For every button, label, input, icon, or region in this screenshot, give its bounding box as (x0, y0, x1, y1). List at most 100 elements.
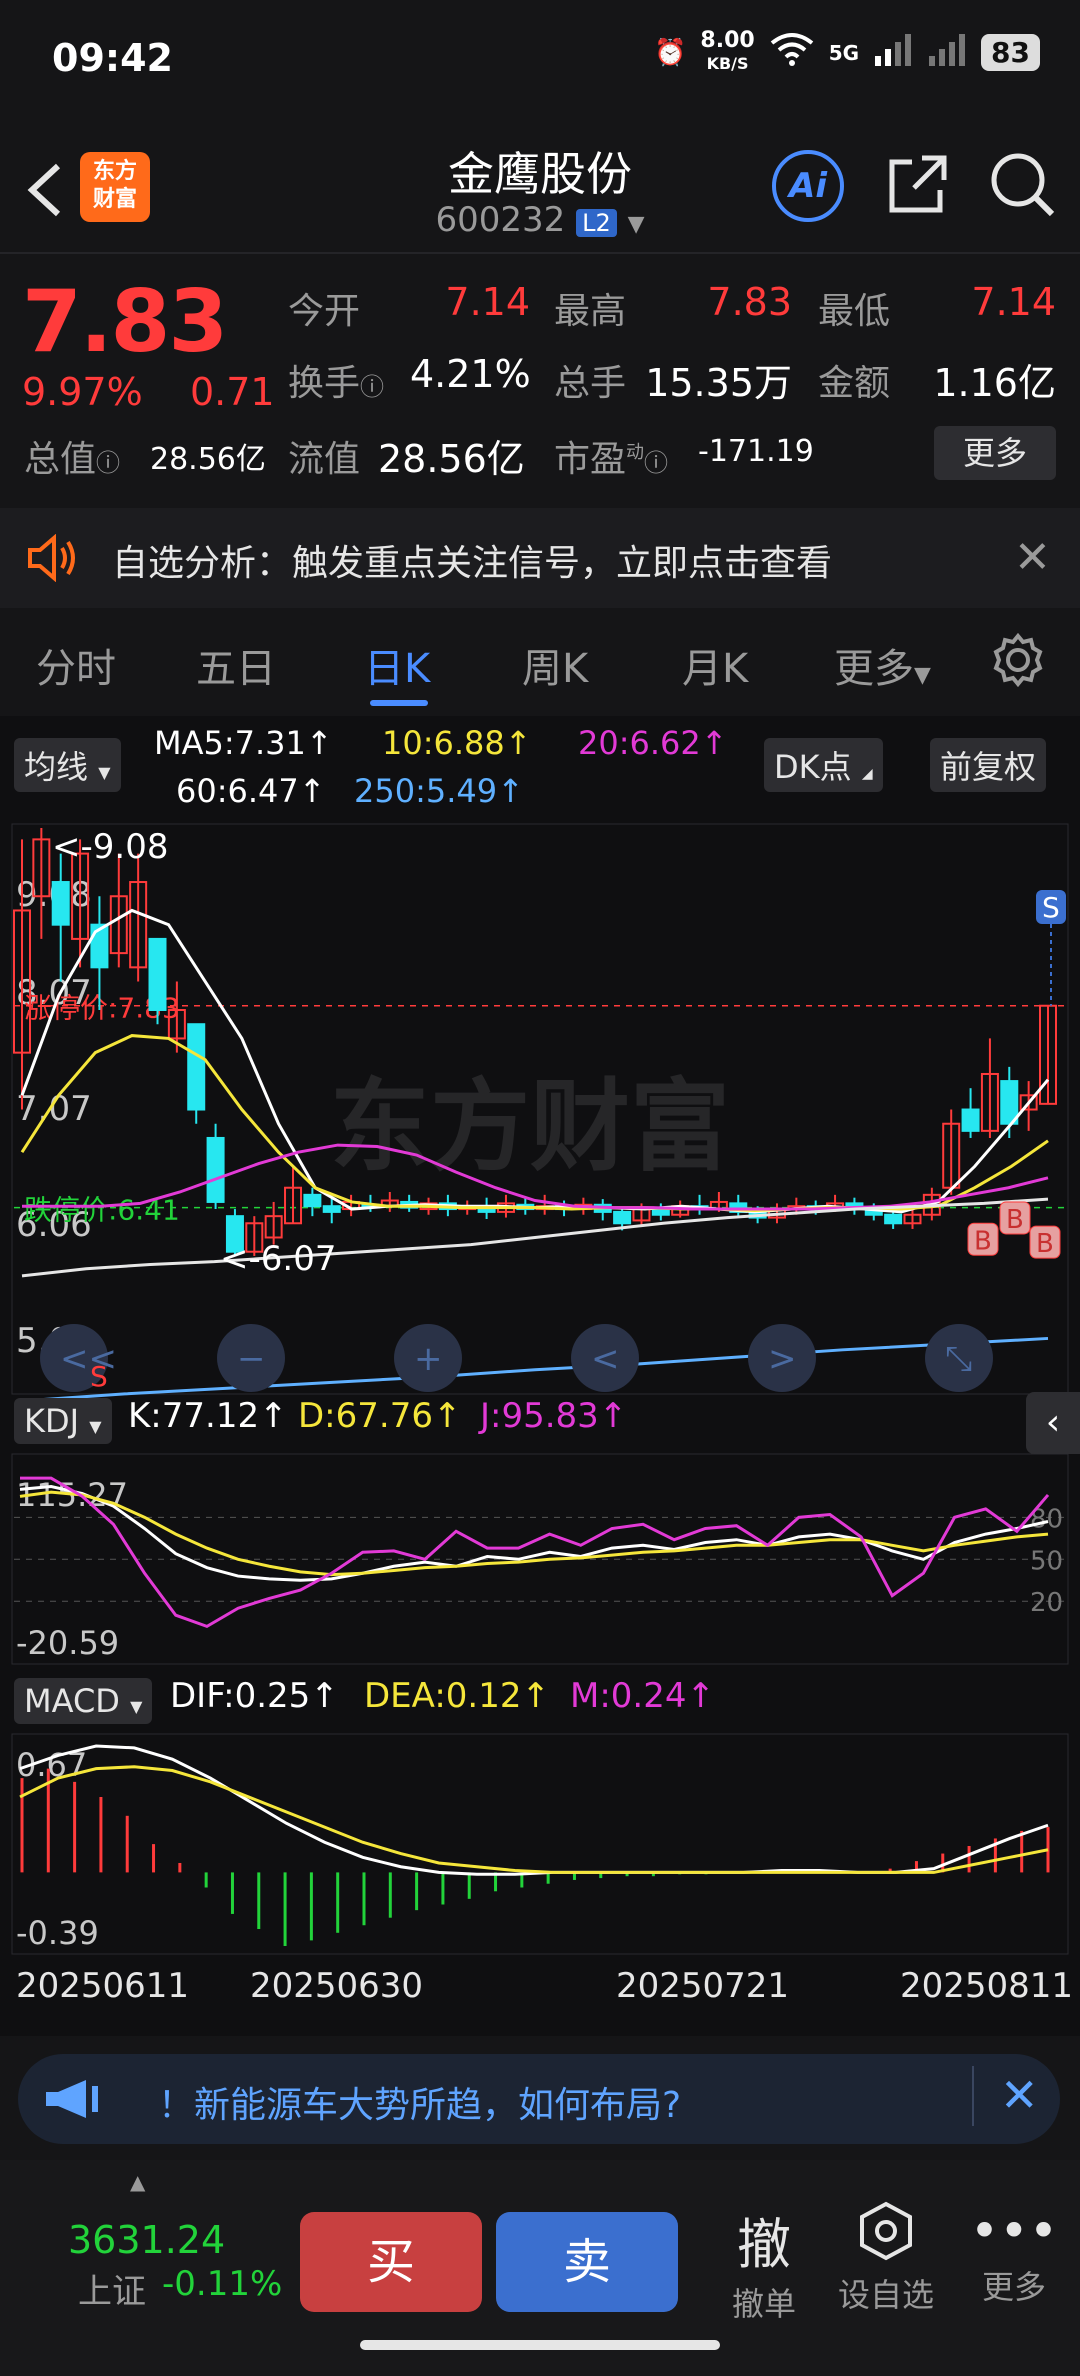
candle-body (884, 1213, 903, 1225)
date-label: 20250611 (16, 1966, 190, 2006)
notice-text: 自选分析：触发重点关注信号，立即点击查看 (112, 543, 833, 584)
volume-value: 15.35万 (645, 361, 792, 405)
caret-down-icon: ▼ (130, 1697, 143, 1716)
fullscreen-icon-glyph: ⤡ (945, 1339, 972, 1379)
change-percent: 9.97% (22, 370, 143, 414)
ma-selector[interactable]: 均线 ▼ (14, 738, 121, 792)
macd-selector[interactable]: MACD ▼ (14, 1678, 153, 1724)
macd-dif-label: DIF:0.25↑ (170, 1676, 339, 1716)
ma20-label: 20:6.62↑ (578, 724, 728, 762)
pan-left-fast-icon-glyph: << (60, 1339, 117, 1379)
cancel-order-button[interactable]: 撤 撤单 (714, 2200, 814, 2325)
caret-down-icon: ▼ (98, 763, 111, 782)
sell-signal-marker: S (90, 1360, 108, 1393)
tab-more[interactable]: 更多▼ (834, 636, 931, 694)
low-label: 最低 (818, 291, 891, 332)
ma10-label: 10:6.88↑ (382, 724, 532, 762)
low-annotation: <-6.07 (220, 1239, 336, 1279)
buy-marker: B (974, 1226, 992, 1256)
macd-m-label: M:0.24↑ (570, 1676, 715, 1716)
close-icon[interactable]: ✕ (1014, 532, 1051, 583)
promo-text: ！新能源车大势所趋，如何布局? (158, 2085, 682, 2126)
mktcap-value: 28.56亿 (150, 442, 266, 477)
float-label: 流值 (288, 439, 361, 480)
candle-body (613, 1210, 632, 1225)
ma5-label: MA5:7.31↑ (154, 724, 333, 762)
info-icon: ⓘ (644, 449, 669, 477)
more-dots-icon: ••• (969, 2202, 1059, 2260)
buy-marker: B (1006, 1205, 1024, 1235)
open-label: 今开 (288, 291, 361, 332)
tab-intraday[interactable]: 分时 (36, 636, 116, 694)
gear-icon (993, 632, 1043, 688)
ai-assistant-button[interactable]: Ai (772, 150, 844, 222)
zoom-out-icon-glyph: − (237, 1339, 266, 1379)
quote-panel: 7.83 9.97% 0.71 今开 7.14 最高 7.83 最低 7.14 … (0, 258, 1080, 490)
settings-button[interactable] (990, 632, 1046, 692)
index-value[interactable]: 3631.24 (68, 2218, 225, 2262)
period-tabs: 分时 五日 日K 周K 月K 更多▼ (0, 610, 1080, 714)
watermark: 东方财富 (330, 1068, 730, 1185)
ma250-label: 250:5.49↑ (354, 772, 524, 810)
date-label: 20250721 (616, 1966, 790, 2006)
high-annotation: <-9.08 (52, 827, 168, 867)
tab-monthly-k[interactable]: 月K (682, 636, 748, 694)
close-icon[interactable]: ✕ (1000, 2068, 1039, 2122)
tab-five-day[interactable]: 五日 (196, 636, 276, 694)
tab-weekly-k[interactable]: 周K (522, 636, 588, 694)
low-value: 7.14 (971, 280, 1056, 324)
app-header: 东方 财富 金鹰股份 600232 L2 ▼ Ai (0, 120, 1080, 250)
level2-badge: L2 (576, 209, 617, 237)
megaphone-icon (42, 2076, 114, 2126)
kline-chart-area[interactable]: 均线 ▼ MA5:7.31↑ 10:6.88↑ 20:6.62↑ 60:6.47… (0, 716, 1080, 2036)
macd-dea-line (19, 1765, 1049, 1874)
add-watchlist-button[interactable]: 设自选 (830, 2200, 942, 2316)
adjust-button[interactable]: 前复权 (930, 738, 1047, 792)
dk-point-button[interactable]: DK点 ◢ (764, 738, 883, 792)
high-value: 7.83 (707, 280, 792, 324)
ma60-label: 60:6.47↑ (176, 772, 326, 810)
amount-value: 1.16亿 (933, 361, 1056, 405)
candle-body (322, 1205, 341, 1213)
caret-down-icon: ▼ (914, 663, 931, 688)
caret-up-icon: ▲ (130, 2170, 146, 2194)
cancel-icon: 撤 (737, 2213, 791, 2276)
high-label: 最高 (554, 291, 627, 332)
buy-marker: B (1036, 1229, 1054, 1259)
index-change: -0.11% (162, 2264, 283, 2304)
open-value: 7.14 (445, 280, 530, 324)
info-icon: ⓘ (96, 449, 121, 477)
search-button[interactable] (988, 150, 1056, 218)
date-label: 20250811 (900, 1966, 1074, 2006)
active-tab-indicator (370, 700, 428, 706)
kdj-selector[interactable]: KDJ ▼ (14, 1398, 112, 1444)
buy-button[interactable]: 买 (300, 2212, 482, 2312)
promo-banner[interactable]: ！新能源车大势所趋，如何布局? ✕ (18, 2054, 1060, 2144)
signal-bars-2-icon (927, 32, 967, 73)
more-quote-button[interactable]: 更多 (934, 426, 1056, 480)
divider (0, 252, 1080, 254)
net-speed: 8.00 KB/S (700, 28, 755, 74)
hexagon-icon (860, 2201, 912, 2261)
share-icon (889, 155, 947, 213)
kdj-level-label: 50 (1030, 1546, 1063, 1576)
candle-body (148, 937, 167, 1011)
divider (972, 2066, 974, 2126)
kdj-j-label: J:95.83↑ (480, 1396, 628, 1436)
status-bar: 09:42 ⏰ 8.00 KB/S 5G 83 (0, 0, 1080, 120)
kdj-level-label: 20 (1030, 1588, 1063, 1618)
tab-daily-k[interactable]: 日K (364, 636, 430, 694)
home-indicator (360, 2340, 720, 2350)
sell-button[interactable]: 卖 (496, 2212, 678, 2312)
share-button[interactable] (886, 152, 950, 216)
signal-notice[interactable]: 自选分析：触发重点关注信号，立即点击查看 ✕ (0, 508, 1080, 608)
macd-dea-label: DEA:0.12↑ (364, 1676, 550, 1716)
y-axis-label: 7.07 (16, 1089, 92, 1129)
signal-bars-icon (873, 32, 913, 73)
collapse-panel-button[interactable]: ‹ (1026, 1392, 1080, 1454)
macd-panel-frame (11, 1733, 1069, 1955)
caret-down-icon: ▼ (89, 1417, 102, 1436)
more-actions-button[interactable]: ••• 更多 (964, 2200, 1064, 2308)
status-icons: ⏰ 8.00 KB/S 5G 83 (654, 30, 1040, 75)
info-icon: ⓘ (360, 373, 385, 401)
